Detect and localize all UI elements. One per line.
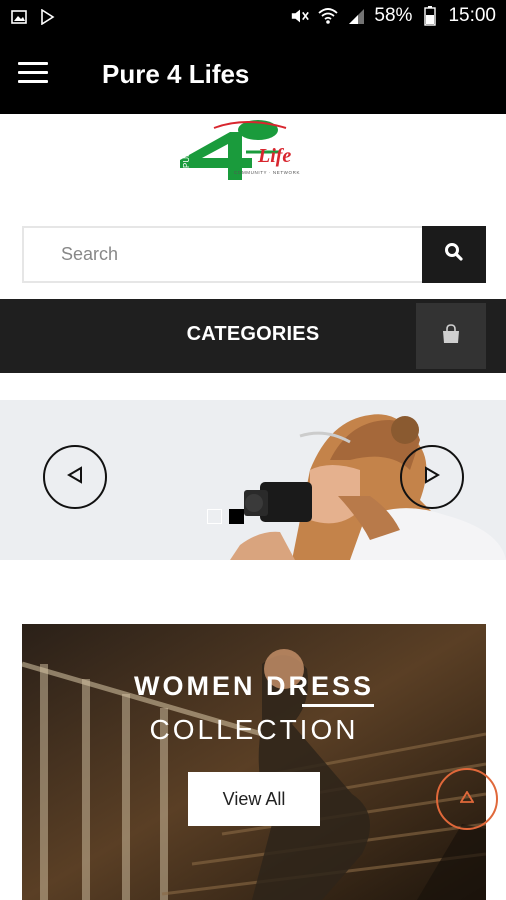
shopping-bag-icon: [440, 323, 462, 350]
search-input[interactable]: [22, 226, 424, 283]
promo-banner: WOMEN DRESS COLLECTION View All: [22, 624, 486, 900]
clock: 15:00: [448, 5, 496, 26]
banner-underline: [302, 704, 374, 707]
svg-text:PURE: PURE: [182, 146, 191, 168]
triangle-right-icon: [424, 465, 440, 489]
battery-icon: [420, 6, 440, 26]
app-title: Pure 4 Lifes: [102, 59, 250, 89]
app-bar: Pure 4 Lifes: [0, 36, 506, 114]
scroll-to-top-button[interactable]: [436, 768, 498, 830]
categories-bar: CATEGORIES: [0, 299, 506, 373]
banner-title-line2: COLLECTION: [149, 714, 359, 745]
search-icon: [444, 242, 464, 267]
signal-icon: [346, 6, 366, 26]
hamburger-menu-icon[interactable]: [18, 62, 48, 88]
slider-next-button[interactable]: [400, 445, 464, 509]
status-bar: 58% 15:00: [0, 0, 506, 36]
slider-dot-1[interactable]: [207, 509, 222, 524]
banner-image: [22, 624, 486, 900]
battery-percent: 58%: [374, 5, 413, 26]
cart-button[interactable]: [416, 303, 486, 369]
hero-slider[interactable]: [0, 400, 506, 560]
triangle-up-icon: [459, 790, 475, 808]
triangle-left-icon: [67, 465, 83, 489]
logo-text: Life: [257, 145, 291, 167]
view-all-button[interactable]: View All: [188, 772, 320, 826]
search-button[interactable]: [422, 226, 486, 283]
play-store-notification-icon: [38, 8, 56, 26]
banner-title-line1: WOMEN DRESS: [133, 671, 374, 701]
slider-prev-button[interactable]: [43, 445, 107, 509]
search-bar: [22, 226, 486, 283]
status-notifications: [10, 8, 56, 26]
gallery-notification-icon: [10, 8, 28, 26]
slider-dot-2[interactable]: [229, 509, 244, 524]
wifi-icon: [318, 6, 339, 26]
site-logo[interactable]: PURE Life COMMUNITY · NETWORK: [176, 118, 332, 188]
svg-text:COMMUNITY · NETWORK: COMMUNITY · NETWORK: [234, 170, 300, 175]
mute-icon: [290, 6, 310, 26]
status-system-info: 58% 15:00: [290, 5, 496, 27]
